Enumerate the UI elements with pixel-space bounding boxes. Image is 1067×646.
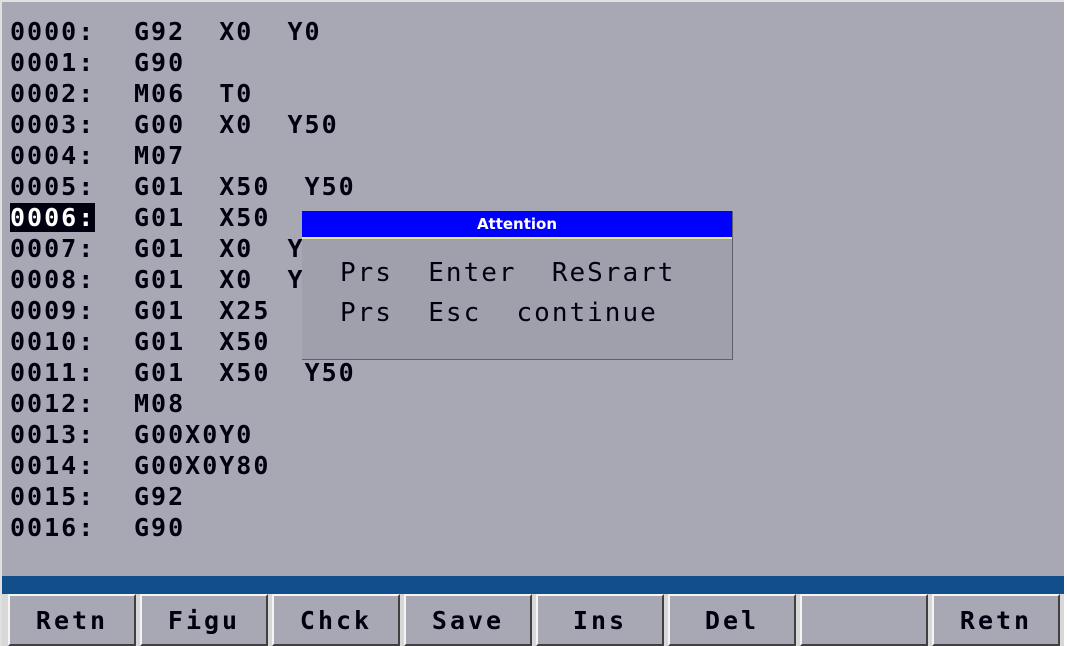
line-code: G01 X0 Y: [134, 265, 305, 294]
line-code: G00X0Y80: [134, 451, 271, 480]
line-number: 0006:: [10, 202, 134, 233]
line-number-text: 0012:: [10, 389, 96, 418]
line-number-text: 0008:: [10, 265, 96, 294]
line-code: M06 T0: [134, 79, 254, 108]
program-line[interactable]: 0015: G92: [10, 481, 356, 512]
line-code: G01 X0 Y: [134, 234, 305, 263]
line-code: G01 X50 Y50: [134, 172, 356, 201]
line-number: 0012:: [10, 388, 134, 419]
program-line[interactable]: 0001: G90: [10, 47, 356, 78]
cnc-screen: 0000: G92 X0 Y0 0001: G90 0002: M06 T0 0003: G0…: [0, 0, 1064, 646]
softkey-retn-left[interactable]: Retn: [8, 594, 136, 646]
line-number: 0002:: [10, 78, 134, 109]
softkey-ins[interactable]: Ins: [536, 594, 664, 646]
line-code: G90: [134, 513, 186, 542]
program-line[interactable]: 0002: M06 T0: [10, 78, 356, 109]
program-line[interactable]: 0014: G00X0Y80: [10, 450, 356, 481]
program-line[interactable]: 0013: G00X0Y0: [10, 419, 356, 450]
line-code: G01 X50: [134, 203, 271, 232]
line-code: G01 X50 Y50: [134, 358, 356, 387]
line-code: G01 X25: [134, 296, 271, 325]
softkey-retn-right[interactable]: Retn: [932, 594, 1060, 646]
attention-dialog: Attention Prs Enter ReSrart Prs Esc cont…: [302, 211, 733, 360]
program-line[interactable]: 0016: G90: [10, 512, 356, 543]
line-number-text: 0015:: [10, 482, 96, 511]
program-line[interactable]: 0000: G92 X0 Y0: [10, 16, 356, 47]
softkey-del[interactable]: Del: [668, 594, 796, 646]
line-number: 0011:: [10, 357, 134, 388]
softkey-save[interactable]: Save: [404, 594, 532, 646]
line-code: G00 X0 Y50: [134, 110, 339, 139]
line-number: 0008:: [10, 264, 134, 295]
line-number: 0007:: [10, 233, 134, 264]
dialog-title: Attention: [302, 211, 732, 239]
line-number-text: 0011:: [10, 358, 96, 387]
line-number: 0009:: [10, 295, 134, 326]
program-line[interactable]: 0011: G01 X50 Y50: [10, 357, 356, 388]
line-number: 0010:: [10, 326, 134, 357]
softkey-bar: Retn Figu Chck Save Ins Del Retn: [2, 594, 1064, 646]
softkey-chck[interactable]: Chck: [272, 594, 400, 646]
line-number-text: 0010:: [10, 327, 96, 356]
program-line[interactable]: 0012: M08: [10, 388, 356, 419]
program-line[interactable]: 0003: G00 X0 Y50: [10, 109, 356, 140]
line-number-text: 0007:: [10, 234, 96, 263]
line-number-text: 0009:: [10, 296, 96, 325]
line-number-text: 0004:: [10, 141, 96, 170]
line-number: 0004:: [10, 140, 134, 171]
line-number: 0013:: [10, 419, 134, 450]
line-number: 0014:: [10, 450, 134, 481]
line-number-text: 0003:: [10, 110, 96, 139]
line-number-text: 0001:: [10, 48, 96, 77]
line-number-text: 0013:: [10, 420, 96, 449]
line-code: G92: [134, 482, 186, 511]
line-number-text: 0006:: [10, 203, 96, 232]
program-line[interactable]: 0005: G01 X50 Y50: [10, 171, 356, 202]
line-code: M07: [134, 141, 186, 170]
line-number: 0005:: [10, 171, 134, 202]
dialog-restart-instruction: Prs Enter ReSrart: [340, 258, 676, 288]
dialog-body: Prs Enter ReSrart Prs Esc continue: [302, 239, 732, 333]
line-code: G00X0Y0: [134, 420, 254, 449]
softkey-empty[interactable]: [800, 594, 928, 646]
line-number: 0003:: [10, 109, 134, 140]
line-number: 0015:: [10, 481, 134, 512]
program-line[interactable]: 0004: M07: [10, 140, 356, 171]
softkey-figu[interactable]: Figu: [140, 594, 268, 646]
line-number: 0001:: [10, 47, 134, 78]
line-number-text: 0002:: [10, 79, 96, 108]
dialog-continue-instruction: Prs Esc continue: [340, 298, 658, 328]
line-code: M08: [134, 389, 186, 418]
line-code: G90: [134, 48, 186, 77]
line-code: G92 X0 Y0: [134, 17, 322, 46]
status-bar: [2, 576, 1064, 594]
line-number: 0000:: [10, 16, 134, 47]
line-code: G01 X50: [134, 327, 271, 356]
line-number-text: 0016:: [10, 513, 96, 542]
line-number: 0016:: [10, 512, 134, 543]
line-number-text: 0014:: [10, 451, 96, 480]
line-number-text: 0005:: [10, 172, 96, 201]
line-number-text: 0000:: [10, 17, 96, 46]
